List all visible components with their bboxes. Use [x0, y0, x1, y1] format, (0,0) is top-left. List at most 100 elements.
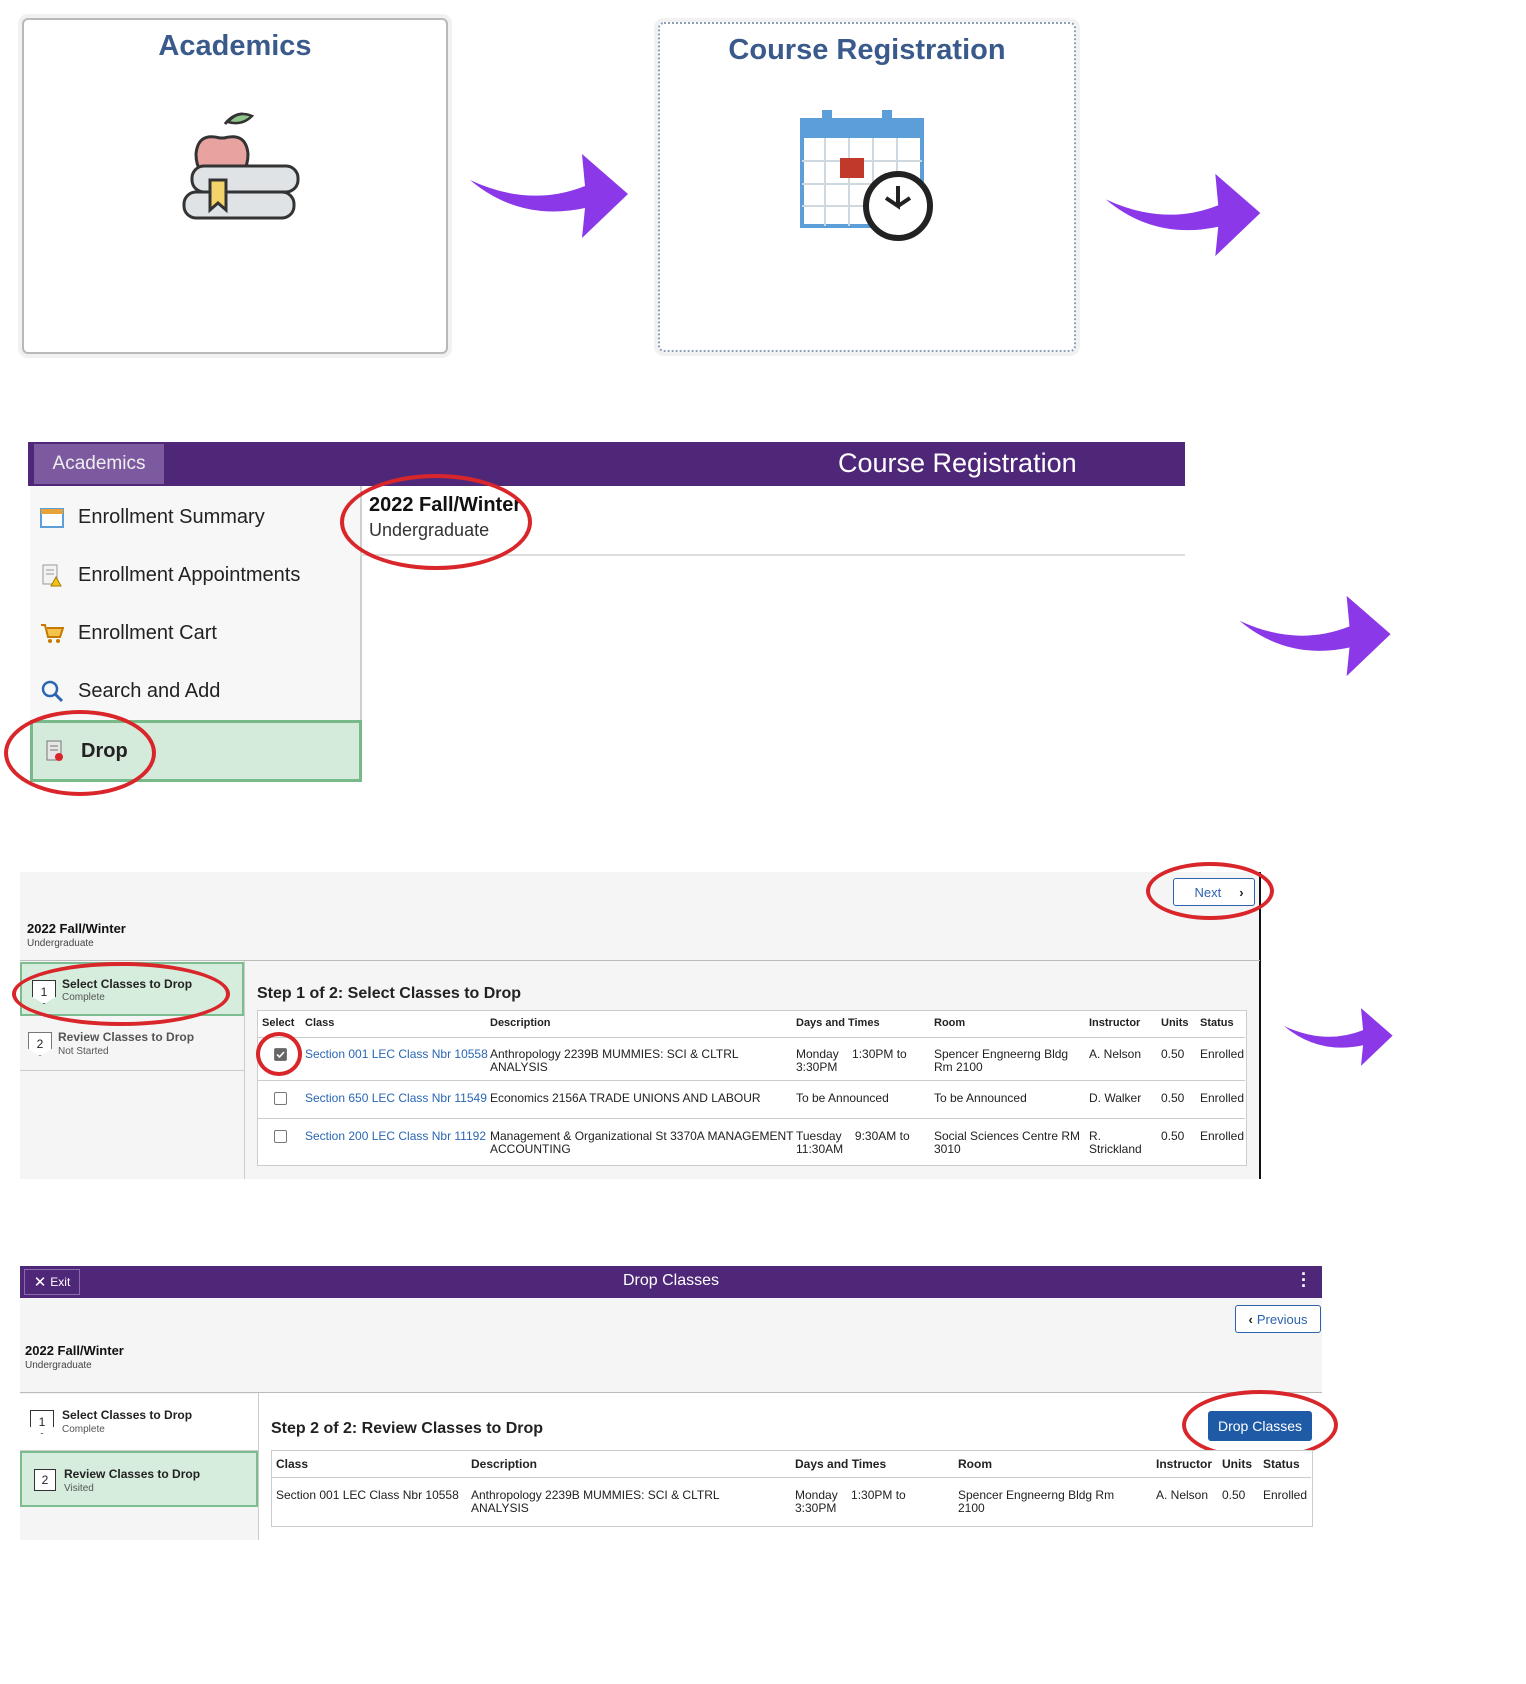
step-number: 2: [28, 1032, 52, 1056]
class-room: 2100: [958, 1501, 985, 1515]
step-number: 2: [34, 1469, 56, 1491]
column-header: Select: [262, 1017, 295, 1029]
step1-career: Undergraduate: [27, 938, 94, 949]
class-days: 11:30AM: [796, 1142, 844, 1156]
column-header: Class: [305, 1017, 335, 1029]
column-header: Days and Times: [795, 1457, 887, 1471]
divider: [258, 1080, 1245, 1081]
class-room: To be Announced: [934, 1091, 1027, 1105]
class-room: Rm 2100: [934, 1060, 983, 1074]
sidebar-item-label: Search and Add: [78, 679, 221, 702]
class-instructor: A. Nelson: [1156, 1488, 1209, 1502]
step2-career: Undergraduate: [25, 1360, 92, 1371]
step-status: Complete: [62, 1424, 105, 1435]
calendar-clock-icon: [800, 110, 933, 241]
select-checkbox[interactable]: [274, 1092, 287, 1105]
more-options-icon[interactable]: · · ·: [1300, 1265, 1308, 1295]
class-units: 0.50: [1161, 1047, 1185, 1061]
academics-tile[interactable]: Academics: [22, 18, 448, 354]
chevron-left-icon: ‹: [1248, 1311, 1253, 1327]
class-units: 0.50: [1161, 1129, 1185, 1143]
academics-tab[interactable]: Academics: [34, 444, 164, 484]
column-header: Class: [276, 1457, 309, 1471]
sidebar-item-label: Enrollment Summary: [78, 505, 265, 528]
column-header: Instructor: [1089, 1017, 1141, 1029]
class-days: 3:30PM: [795, 1501, 837, 1515]
class-units: 0.50: [1161, 1091, 1185, 1105]
class-status: Enrolled: [1200, 1129, 1245, 1143]
step1-right-border: [1259, 872, 1261, 1179]
class-days: To be Announced: [796, 1091, 889, 1105]
select-checkbox[interactable]: [274, 1130, 287, 1143]
step-title: Review Classes to Drop: [58, 1030, 195, 1044]
column-header: Units: [1161, 1017, 1189, 1029]
search-icon: [38, 677, 66, 705]
highlight-checkbox: [256, 1032, 302, 1076]
column-header: Days and Times: [796, 1017, 880, 1029]
class-link[interactable]: Section 650 LEC Class Nbr 11549: [305, 1092, 487, 1105]
class-link[interactable]: Section 001 LEC Class Nbr 10558: [305, 1048, 488, 1061]
course-registration-tile-title: Course Registration: [728, 34, 1006, 66]
close-icon: ✕: [33, 1274, 47, 1291]
flow-arrow-icon: [470, 154, 628, 238]
cart-icon: [38, 619, 66, 647]
previous-button-label: Previous: [1256, 1311, 1308, 1327]
column-header: Description: [471, 1457, 538, 1471]
column-header: Room: [934, 1017, 966, 1029]
page-title: Course Registration: [838, 448, 1077, 478]
column-header: Description: [490, 1017, 551, 1029]
class-status: Enrolled: [1263, 1488, 1308, 1502]
column-header: Status: [1200, 1017, 1234, 1029]
column-header: Status: [1263, 1457, 1300, 1471]
step2-heading: Step 2 of 2: Review Classes to Drop: [271, 1420, 544, 1437]
class-instructor: Strickland: [1089, 1142, 1142, 1156]
class-instructor: A. Nelson: [1089, 1047, 1142, 1061]
flow-arrow-icon: [1284, 1008, 1393, 1066]
flow-arrow-icon: [1105, 173, 1261, 257]
divider: [272, 1477, 1311, 1478]
class-units: 0.50: [1222, 1488, 1246, 1502]
step2-nav-step-1[interactable]: 1 Select Classes to Drop Complete: [20, 1394, 258, 1451]
class-description: Economics 2156A TRADE UNIONS AND LABOUR: [490, 1091, 761, 1105]
sidebar-item-enrollment-appointments[interactable]: Enrollment Appointments: [30, 544, 360, 607]
exit-label: Exit: [50, 1275, 71, 1289]
class-instructor: D. Walker: [1089, 1091, 1142, 1105]
step-title: Select Classes to Drop: [62, 1408, 193, 1422]
step2-panel: [20, 1298, 1322, 1392]
sidebar-item-enrollment-summary[interactable]: Enrollment Summary: [30, 486, 360, 549]
highlight-next: [1146, 862, 1274, 920]
class-status: Enrolled: [1200, 1091, 1245, 1105]
step1-term: 2022 Fall/Winter: [27, 921, 126, 936]
previous-button[interactable]: ‹ Previous: [1235, 1305, 1321, 1333]
highlight-step-1: [12, 962, 230, 1026]
class-name: Section 001 LEC Class Nbr 10558: [276, 1488, 459, 1502]
highlight-drop: [4, 710, 156, 796]
class-days: 3:30PM: [796, 1060, 838, 1074]
class-description: ANALYSIS: [490, 1060, 548, 1074]
highlight-term: [340, 474, 532, 570]
step2-nav-step-2[interactable]: 2 Review Classes to Drop Visited: [20, 1451, 258, 1507]
step-title: Review Classes to Drop: [64, 1467, 201, 1481]
academics-tile-title: Academics: [158, 30, 312, 62]
document-alert-icon: [38, 561, 66, 589]
column-header: Units: [1222, 1457, 1252, 1471]
step-number: 1: [30, 1410, 54, 1434]
drop-classes-title: Drop Classes: [623, 1272, 720, 1289]
sidebar-item-label: Enrollment Appointments: [78, 563, 301, 586]
course-registration-tile[interactable]: Course Registration: [658, 22, 1076, 352]
column-header: Room: [958, 1457, 992, 1471]
sidebar-item-enrollment-cart[interactable]: Enrollment Cart: [30, 602, 360, 665]
class-status: Enrolled: [1200, 1047, 1245, 1061]
divider: [258, 1118, 1245, 1119]
apple-on-books-icon: [182, 112, 300, 220]
calendar-icon: [38, 503, 66, 531]
step-status: Not Started: [58, 1046, 109, 1057]
step-status: Visited: [64, 1483, 94, 1494]
exit-button[interactable]: ✕ Exit: [24, 1269, 80, 1295]
class-room: 3010: [934, 1142, 961, 1156]
class-link[interactable]: Section 200 LEC Class Nbr 11192: [305, 1130, 486, 1143]
step2-term: 2022 Fall/Winter: [25, 1343, 124, 1358]
flow-arrow-icon: [1239, 595, 1391, 677]
column-header: Instructor: [1156, 1457, 1213, 1471]
divider: [258, 1037, 1245, 1038]
